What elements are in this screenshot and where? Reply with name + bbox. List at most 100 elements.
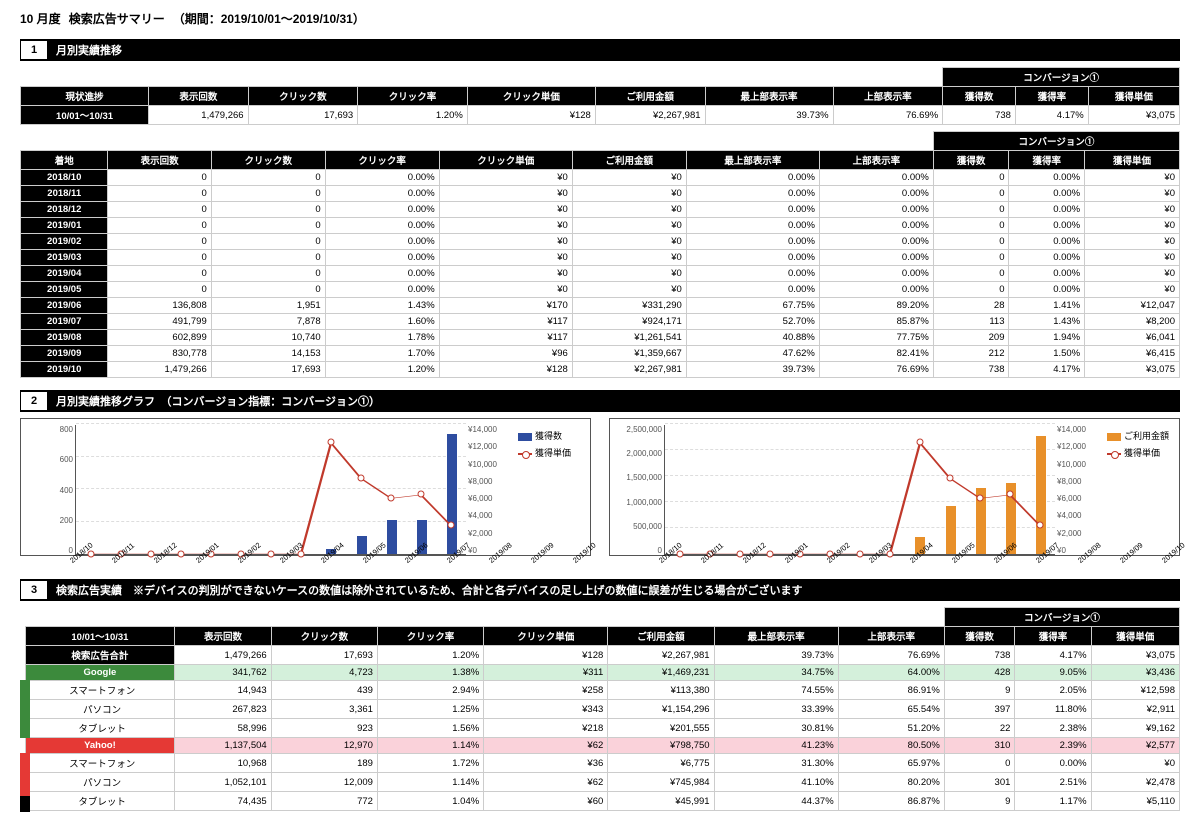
cell: 1,479,266 [108, 362, 211, 378]
cell: ¥128 [439, 362, 572, 378]
cell: 12,970 [271, 738, 377, 754]
row-label: Google [25, 665, 175, 681]
cell: 0.00% [686, 282, 819, 298]
cell: 58,996 [175, 719, 271, 738]
row-label: タブレット [25, 719, 175, 738]
cell: ¥218 [484, 719, 608, 738]
chart-point [857, 551, 864, 558]
row-month: 2019/05 [21, 282, 108, 298]
cell: 0 [108, 234, 211, 250]
cell: 2.05% [1015, 681, 1091, 700]
cell: 2.38% [1015, 719, 1091, 738]
cell: 17,693 [271, 646, 377, 665]
chart-point [328, 439, 335, 446]
cell: 602,899 [108, 330, 211, 346]
cell: ¥0 [572, 250, 686, 266]
cell: ¥1,469,231 [608, 665, 714, 681]
cell: 31.30% [714, 754, 838, 773]
cell: ¥2,267,981 [608, 646, 714, 665]
cell: 0.00% [819, 250, 933, 266]
cell: 0.00% [1009, 186, 1085, 202]
cell: 1.78% [325, 330, 439, 346]
cell: 1.04% [377, 792, 483, 811]
cell: ¥0 [439, 250, 572, 266]
cell: 1.17% [1015, 792, 1091, 811]
chart-1-legend: 獲得数 獲得単価 [514, 425, 584, 555]
cell: 397 [944, 700, 1015, 719]
row-month: 2019/10 [21, 362, 108, 378]
cell: 0.00% [819, 186, 933, 202]
cell: 76.69% [819, 362, 933, 378]
row-label: Yahoo! [25, 738, 175, 754]
cell: ¥60 [484, 792, 608, 811]
cell: 1.25% [377, 700, 483, 719]
cell: 267,823 [175, 700, 271, 719]
cell: 17,693 [211, 362, 325, 378]
table-row: 検索広告合計1,479,26617,6931.20%¥128¥2,267,981… [25, 646, 1180, 665]
cell: 0.00% [686, 250, 819, 266]
cell: ¥201,555 [608, 719, 714, 738]
row-month: 2018/11 [21, 186, 108, 202]
cell: 0.00% [1009, 234, 1085, 250]
cell: 4.17% [1015, 646, 1091, 665]
cell: 772 [271, 792, 377, 811]
cell: ¥9,162 [1091, 719, 1179, 738]
cell: ¥0 [439, 218, 572, 234]
table-row: 2019/09830,77814,1531.70%¥96¥1,359,66747… [21, 346, 1180, 362]
row-month: 2019/03 [21, 250, 108, 266]
cell: 0.00% [1009, 218, 1085, 234]
cell: 52.70% [686, 314, 819, 330]
row-month: 2018/10 [21, 170, 108, 186]
cell: ¥331,290 [572, 298, 686, 314]
cell: ¥0 [572, 282, 686, 298]
cell: 0.00% [325, 282, 439, 298]
cell: 0.00% [1009, 250, 1085, 266]
chart-point [977, 494, 984, 501]
cell: ¥343 [484, 700, 608, 719]
cell: 1.14% [377, 773, 483, 792]
col-cost: ご利用金額 [595, 87, 705, 106]
cell: ¥0 [439, 234, 572, 250]
chart-point [946, 474, 953, 481]
cell: ¥258 [484, 681, 608, 700]
cell: 76.69% [838, 646, 944, 665]
table-row: 2019/01000.00%¥0¥00.00%0.00%00.00%¥0 [21, 218, 1180, 234]
cell: ¥0 [439, 202, 572, 218]
cell: 30.81% [714, 719, 838, 738]
row-label: スマートフォン [25, 681, 175, 700]
cell: 830,778 [108, 346, 211, 362]
chart-point [1037, 522, 1044, 529]
col-conv-group: コンバージョン① [943, 68, 1180, 87]
cell: ¥8,200 [1085, 314, 1180, 330]
cell: 0.00% [1015, 754, 1091, 773]
cell: 14,153 [211, 346, 325, 362]
cell: ¥2,267,981 [572, 362, 686, 378]
cell: 9.05% [1015, 665, 1091, 681]
cell: ¥128 [467, 106, 595, 125]
cell: 2.39% [1015, 738, 1091, 754]
cell: 310 [944, 738, 1015, 754]
cell: ¥0 [1085, 250, 1180, 266]
row-label: パソコン [25, 773, 175, 792]
cell: 1,479,266 [149, 106, 248, 125]
cell: 0.00% [325, 186, 439, 202]
monthly-table: コンバージョン① 着地 表示回数 クリック数 クリック率 クリック単価 ご利用金… [20, 131, 1180, 378]
cell: 1.20% [377, 646, 483, 665]
row-month: 2019/06 [21, 298, 108, 314]
cell: 0.00% [325, 234, 439, 250]
cell: ¥2,577 [1091, 738, 1179, 754]
cell: ¥0 [439, 186, 572, 202]
row-month: 2019/02 [21, 234, 108, 250]
table-row: 2019/04000.00%¥0¥00.00%0.00%00.00%¥0 [21, 266, 1180, 282]
col-impr: 表示回数 [149, 87, 248, 106]
row-label: パソコン [25, 700, 175, 719]
progress-row: 10/01～10/311,479,26617,6931.20%¥128¥2,26… [21, 106, 1180, 125]
cell: ¥3,075 [1085, 362, 1180, 378]
cell: 10,740 [211, 330, 325, 346]
cell: 74.55% [714, 681, 838, 700]
cell: 738 [943, 106, 1016, 125]
cell: 0.00% [686, 170, 819, 186]
cell: 0.00% [819, 266, 933, 282]
section-1-header: 1 月別実績推移 [20, 39, 1180, 61]
cell: ¥0 [1085, 202, 1180, 218]
